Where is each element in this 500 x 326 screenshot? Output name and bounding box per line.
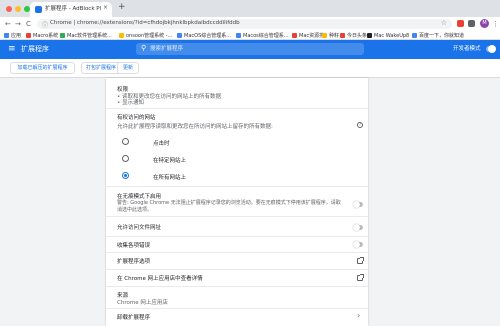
radio-on-click[interactable] [122,138,129,145]
remove-extension-row[interactable]: 卸载扩展程序 [117,313,150,321]
tab-title: 扩展程序 - AdBlock Plus - 免… [45,6,101,12]
bookmark-item[interactable]: Mac软件管理系统... [60,31,112,40]
url-text: Chrome | chrome://extensions/?id=cfhdojb… [50,20,240,26]
toggle-knob [488,45,496,53]
bookmark-icon [340,33,345,38]
toggle-knob [353,201,360,208]
update-button[interactable]: 更新 [117,62,139,74]
webstore-link[interactable]: 在 Chrome 网上应用店中查看详情 [117,274,203,282]
hamburger-menu-icon[interactable]: ≡ [8,44,16,54]
site-info-icon[interactable]: ⓘ [42,20,48,29]
page-title: 扩展程序 [21,45,49,53]
bookmark-star-icon[interactable]: ☆ [441,19,447,27]
bookmark-item[interactable]: 百度一下，你就知道 [412,31,464,40]
bookmark-apps[interactable]: 应用 [4,31,21,40]
radio-label-on-click: 点击时 [153,141,170,147]
pack-extension-button[interactable]: 打包扩展程序 [81,62,121,74]
extension-options-link[interactable]: 扩展程序选项 [117,257,150,265]
reload-button[interactable]: C [26,17,31,31]
collect-errors-toggle[interactable] [353,241,363,248]
bookmark-icon [412,33,417,38]
bookmark-icon [177,33,182,38]
radio-all-sites[interactable] [122,172,129,179]
file-urls-label: 允许访问文件网址 [117,225,162,231]
open-in-new-icon[interactable] [357,257,364,264]
divider [106,186,368,187]
bookmark-item[interactable]: 今日头条 [340,31,367,40]
bookmark-icon [26,33,31,38]
new-tab-button[interactable]: + [118,2,126,12]
bookmark-icon [367,33,372,38]
address-bar[interactable]: ⓘ Chrome | chrome://extensions/?id=cfhdo… [37,19,452,29]
divider [106,236,368,237]
radio-label-all-sites: 在所有网站上 [153,175,187,181]
site-access-title: 有权访问的网站 [117,115,156,121]
bookmark-icon [322,33,327,38]
bookmark-item[interactable]: 种籽 [322,31,339,40]
search-input[interactable] [150,44,355,54]
developer-mode-label: 开发者模式 [453,46,481,52]
toggle-knob [353,224,360,231]
extension-icon[interactable] [468,20,475,27]
divider [106,286,368,287]
extension-details-card: 权限 • 读取和更改您在访问的网站上的所有数据 • 显示通知 有权访问的网站 允… [106,78,368,326]
search-icon: ⚲ [141,44,147,52]
bookmark-icon [119,33,124,38]
incognito-warning: 警告: Google Chrome 无法阻止扩展程序记录您的浏览活动。要在无痕模… [117,200,341,206]
divider [106,252,368,253]
bookmark-item[interactable]: Macro系统 [26,31,58,40]
bookmark-icon [292,33,297,38]
close-window-button[interactable] [6,6,12,12]
collect-errors-label: 收集各项错误 [117,243,151,249]
help-icon[interactable]: ? [357,122,363,128]
tab-extensions[interactable]: 扩展程序 - AdBlock Plus - 免… × [30,2,112,17]
divider [106,216,368,217]
developer-mode-toggle[interactable] [486,45,496,53]
divider [106,308,368,309]
incognito-toggle[interactable] [353,201,363,208]
bookmark-item[interactable]: Macos综合管理系... [236,31,289,40]
radio-specific-sites[interactable] [122,155,129,162]
bookmark-icon [60,33,65,38]
source-value: Chrome 网上应用店 [117,300,168,306]
load-unpacked-button[interactable]: 加载已解压的扩展程序 [10,62,75,74]
adblock-extension-icon[interactable] [457,20,464,27]
bookmark-item[interactable]: Mac资源搜 [292,31,324,40]
browser-menu-icon[interactable]: ⋮ [492,17,499,31]
permission-item: • 显示通知 [117,100,145,106]
bookmark-item[interactable]: Mac WakeUp8 [367,31,409,40]
toggle-knob [353,241,360,248]
chevron-right-icon[interactable]: › [357,311,360,320]
extensions-favicon-icon [35,6,42,13]
search-box: ⚲ [136,43,364,55]
apps-icon [4,33,9,38]
profile-avatar[interactable]: M [480,19,489,28]
bookmark-item[interactable]: MacOS综合管理系... [177,31,231,40]
action-bar [0,59,500,78]
file-urls-toggle[interactable] [353,224,363,231]
bookmark-icon [236,33,241,38]
divider [106,108,368,109]
back-button[interactable]: ← [5,17,11,31]
divider [106,269,368,270]
bookmark-item[interactable]: onsoon管理系统 -... [119,31,172,40]
incognito-warning-cont: 消选中此选项。 [117,207,153,213]
forward-button[interactable]: → [15,17,21,31]
site-access-question: 允许此扩展程序读取和更改您在所访问的网站上留存的所有数据: [117,124,273,130]
radio-label-specific-sites: 在特定网站上 [153,158,187,164]
minimize-window-button[interactable] [15,6,21,12]
tab-close-icon[interactable]: × [103,4,108,11]
open-in-new-icon[interactable] [357,274,364,281]
bookmarks-bar: 应用 Macro系统 Mac软件管理系统... onsoon管理系统 -... … [0,31,500,40]
